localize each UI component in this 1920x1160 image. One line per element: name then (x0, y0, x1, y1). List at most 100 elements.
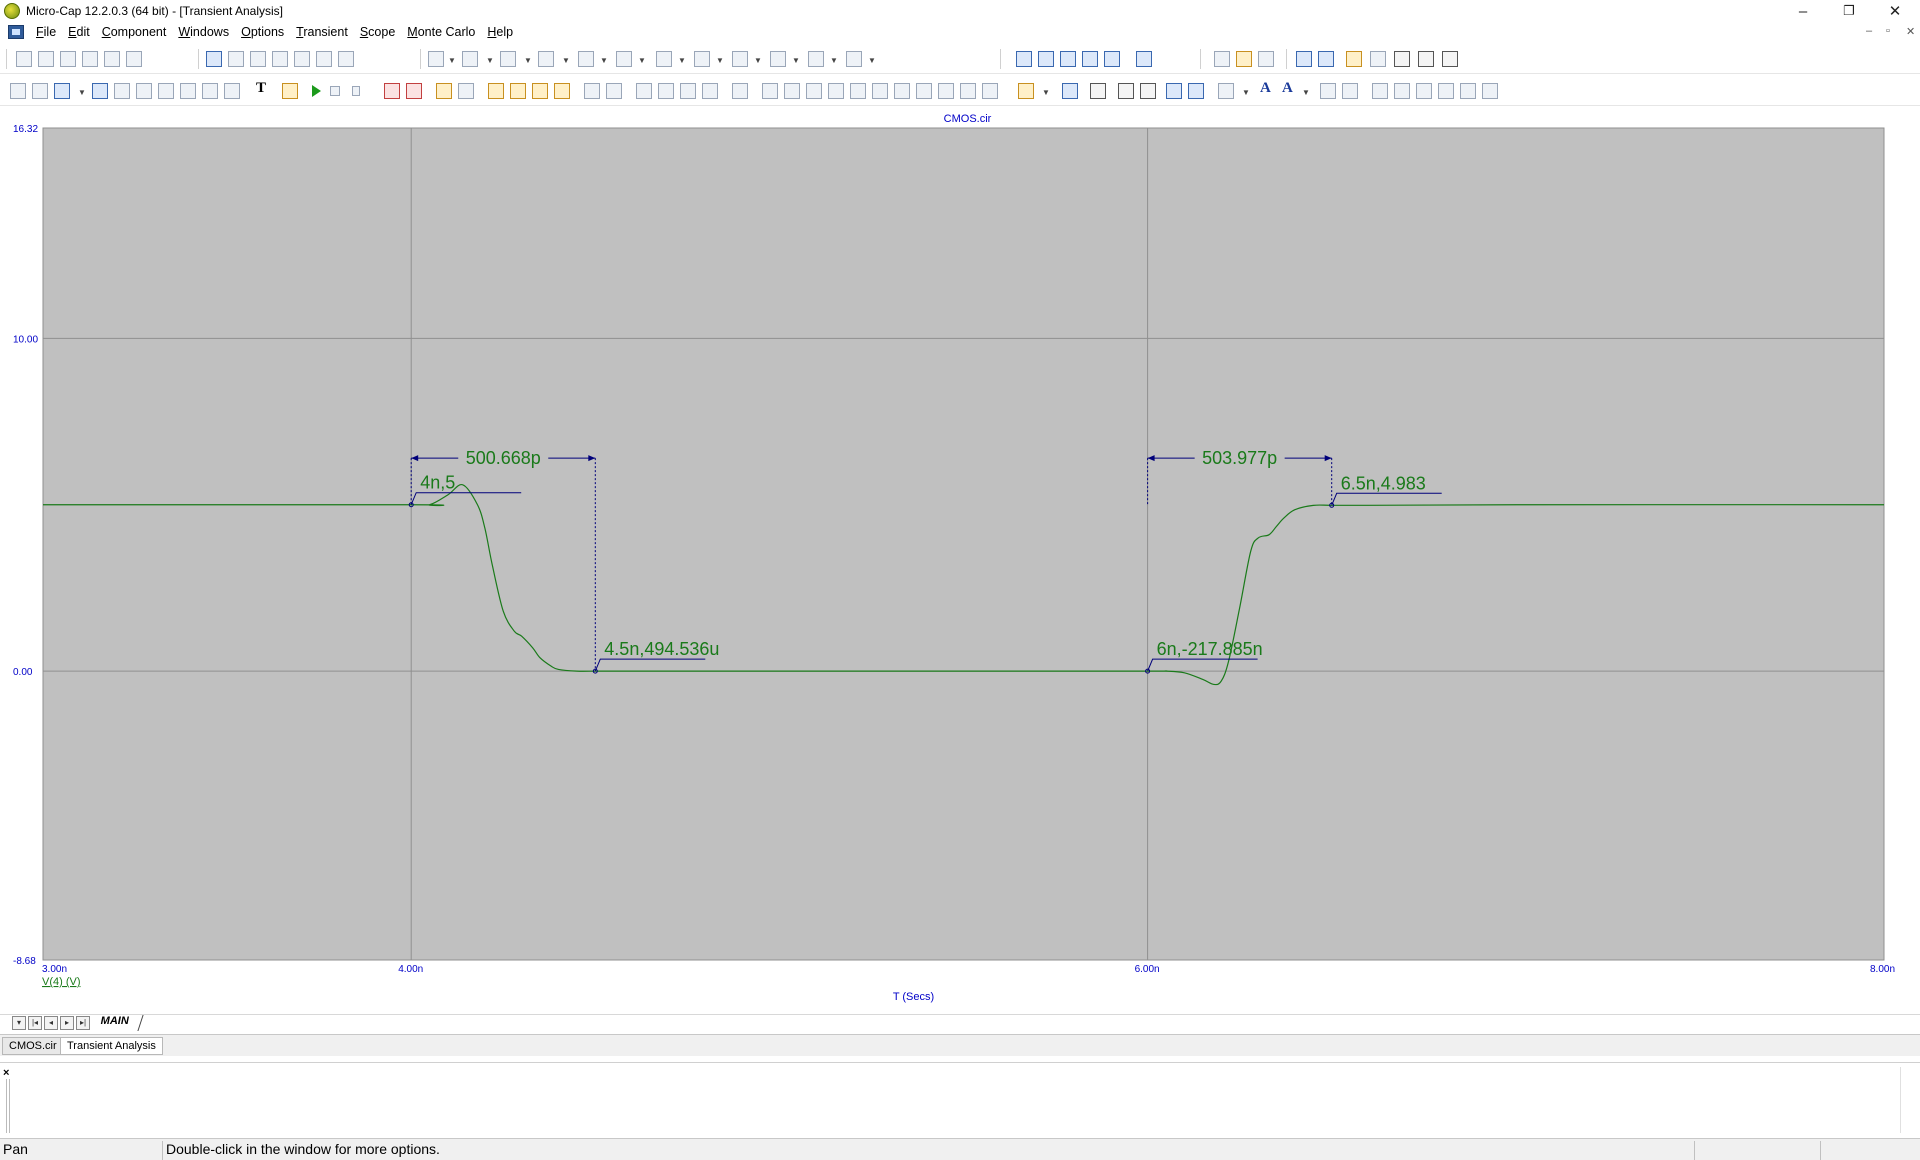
zoom-region-3-icon[interactable] (680, 83, 696, 99)
mosfet-dropdown-icon[interactable]: ▼ (678, 56, 686, 65)
mdi-restore-button[interactable]: ▫ (1886, 25, 1890, 37)
graphics-2-icon[interactable] (136, 83, 152, 99)
doc-tab-transient-analysis[interactable]: Transient Analysis (60, 1037, 163, 1055)
text-style-icon[interactable]: A (1282, 80, 1293, 97)
tile-vertical-icon[interactable] (1038, 51, 1054, 67)
shape-dropdown-icon[interactable]: ▼ (78, 88, 86, 97)
last-page-icon[interactable]: ▸| (76, 1016, 90, 1030)
resistor-component-icon[interactable] (462, 51, 478, 67)
close-button[interactable]: ✕ (1872, 0, 1918, 22)
send-back-icon[interactable] (1342, 83, 1358, 99)
scale-4-icon[interactable] (554, 83, 570, 99)
scale-icon[interactable] (488, 83, 504, 99)
run-icon[interactable] (308, 83, 324, 99)
tools-icon[interactable] (1394, 51, 1410, 67)
point-tag-label[interactable]: 4n,5 (420, 473, 455, 493)
align-middle-icon[interactable] (1460, 83, 1476, 99)
bulb-component-icon[interactable] (846, 51, 862, 67)
menu-windows[interactable]: Windows (172, 25, 235, 39)
copy-icon[interactable] (272, 51, 288, 67)
print-icon[interactable] (126, 51, 142, 67)
split-window-icon[interactable] (1082, 51, 1098, 67)
graphics-icon[interactable] (114, 83, 130, 99)
opamp-dropdown-icon[interactable]: ▼ (716, 56, 724, 65)
page-tab-main[interactable]: MAIN (93, 1015, 144, 1031)
save-all-icon[interactable] (82, 51, 98, 67)
cursor-high-icon[interactable] (806, 83, 822, 99)
plot-background[interactable] (42, 127, 1885, 961)
menu-transient[interactable]: Transient (290, 25, 354, 39)
select-mode-icon[interactable] (10, 83, 26, 99)
text-tool-icon[interactable]: T (256, 80, 266, 97)
clipboard-dropdown-icon[interactable]: ▼ (1042, 88, 1050, 97)
cursor-next-icon[interactable] (982, 83, 998, 99)
menu-file[interactable]: File (30, 25, 62, 39)
dimension-label[interactable]: 503.977p (1202, 448, 1277, 468)
zoom-in-icon[interactable] (1166, 83, 1182, 99)
align-center-icon[interactable] (1394, 83, 1410, 99)
paste-icon[interactable] (294, 51, 310, 67)
prev-page-icon[interactable]: ◂ (44, 1016, 58, 1030)
clipboard-icon[interactable] (1018, 83, 1034, 99)
cascade-windows-icon[interactable] (1016, 51, 1032, 67)
cursor-low-icon[interactable] (828, 83, 844, 99)
performance-plot-icon[interactable] (1418, 51, 1434, 67)
cursor-valley-icon[interactable] (784, 83, 800, 99)
page-menu-icon[interactable]: ▾ (12, 1016, 26, 1030)
battery-component-icon[interactable] (770, 51, 786, 67)
scale-2-icon[interactable] (510, 83, 526, 99)
scale-3-icon[interactable] (532, 83, 548, 99)
cursor-inflection-icon[interactable] (850, 83, 866, 99)
output-scrollbar[interactable] (1900, 1067, 1916, 1133)
cursor-bottom-icon[interactable] (960, 83, 976, 99)
transistor-dropdown-icon[interactable]: ▼ (638, 56, 646, 65)
minimize-button[interactable]: – (1780, 0, 1826, 22)
zoom-region-icon[interactable] (636, 83, 652, 99)
align-grid-dropdown-icon[interactable]: ▼ (1242, 88, 1250, 97)
font-icon[interactable]: A (1260, 80, 1271, 97)
menu-scope[interactable]: Scope (354, 25, 401, 39)
menu-component[interactable]: Component (96, 25, 173, 39)
properties-icon[interactable] (732, 83, 748, 99)
zoom-region-4-icon[interactable] (702, 83, 718, 99)
global-settings-icon[interactable] (1258, 51, 1274, 67)
picture-icon[interactable] (92, 83, 108, 99)
first-page-icon[interactable]: |◂ (28, 1016, 42, 1030)
diode-component-icon[interactable] (578, 51, 594, 67)
cursor-global-high-icon[interactable] (894, 83, 910, 99)
capacitor-dropdown-icon[interactable]: ▼ (524, 56, 532, 65)
delete-icon[interactable] (316, 51, 332, 67)
menu-edit[interactable]: Edit (62, 25, 96, 39)
menu-monte-carlo[interactable]: Monte Carlo (401, 25, 481, 39)
align-bottom-icon[interactable] (1482, 83, 1498, 99)
pan-mode-icon[interactable] (32, 83, 48, 99)
node-component-icon[interactable] (808, 51, 824, 67)
analysis-limits-icon[interactable] (1296, 51, 1312, 67)
mdi-close-button[interactable]: ✕ (1906, 25, 1915, 38)
align-grid-icon[interactable] (1218, 83, 1234, 99)
new-file-icon[interactable] (16, 51, 32, 67)
zoom-region-2-icon[interactable] (658, 83, 674, 99)
cursor-mode-icon[interactable] (584, 83, 600, 99)
horizontal-tag-icon[interactable] (406, 83, 422, 99)
restore-button[interactable]: ❐ (1826, 0, 1872, 22)
save-icon[interactable] (60, 51, 76, 67)
ground-dropdown-icon[interactable]: ▼ (448, 56, 456, 65)
align-right-icon[interactable] (1416, 83, 1432, 99)
mosfet-component-icon[interactable] (656, 51, 672, 67)
tile-horizontal-icon[interactable] (1060, 51, 1076, 67)
battery-dropdown-icon[interactable]: ▼ (792, 56, 800, 65)
transistor-component-icon[interactable] (616, 51, 632, 67)
align-top-icon[interactable] (1438, 83, 1454, 99)
bring-front-icon[interactable] (1320, 83, 1336, 99)
point-tag-label[interactable]: 6.5n,4.983 (1341, 473, 1426, 493)
plot-properties-icon[interactable] (1346, 51, 1362, 67)
menu-options[interactable]: Options (235, 25, 290, 39)
optimize-icon[interactable] (1442, 51, 1458, 67)
source-component-icon[interactable] (732, 51, 748, 67)
next-page-icon[interactable]: ▸ (60, 1016, 74, 1030)
data-points-icon[interactable] (1062, 83, 1078, 99)
plot-canvas[interactable]: CMOS.cir 3.00n 4.00n 6.00n 8.00n 16.32 10.00 0… (0, 108, 1920, 1014)
cursor-slope-icon[interactable] (872, 83, 888, 99)
line-tool-icon[interactable] (158, 83, 174, 99)
